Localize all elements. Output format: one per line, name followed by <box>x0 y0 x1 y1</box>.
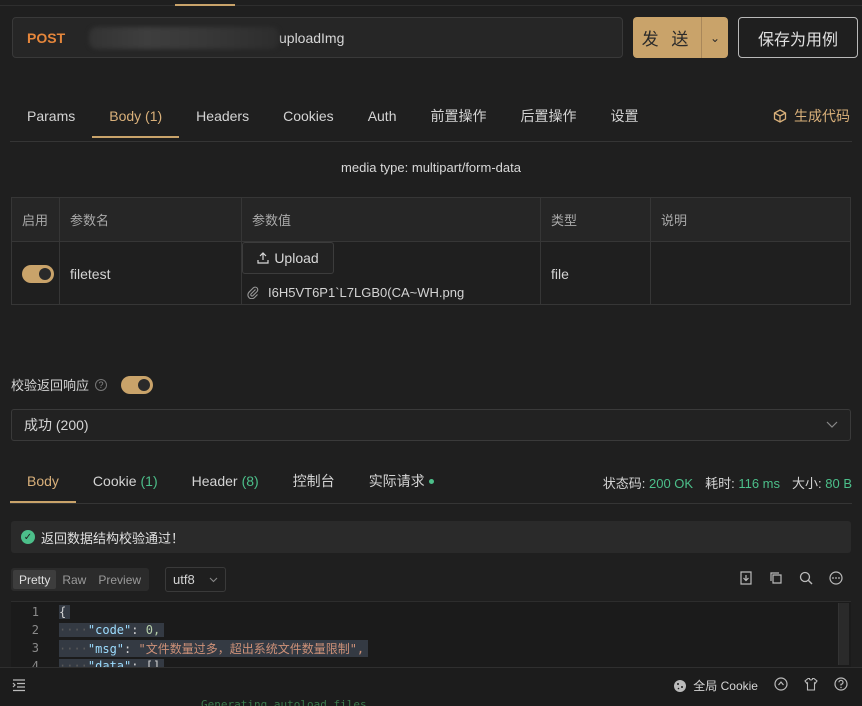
header-count: (8) <box>241 473 259 489</box>
redacted-host <box>89 26 279 49</box>
enabled-cell <box>12 242 60 305</box>
response-tools <box>738 570 844 586</box>
code-line: 3 ····"msg": "文件数量过多，超出系统文件数量限制", <box>11 639 851 657</box>
validate-toggle[interactable] <box>121 375 154 394</box>
response-status-select[interactable]: 成功 (200) <box>11 409 851 441</box>
tab-cookies[interactable]: Cookies <box>266 96 351 136</box>
response-code-editor[interactable]: 1 { 2 ····"code": 0, 3 ····"msg": "文件数量过… <box>11 601 851 667</box>
code-line: 1 { <box>11 603 851 621</box>
tabs-divider <box>10 141 852 142</box>
format-raw[interactable]: Raw <box>56 570 92 589</box>
paperclip-icon <box>247 286 259 299</box>
tab-headers[interactable]: Headers <box>179 96 266 136</box>
status-bar-right: 全局 Cookie <box>673 677 848 694</box>
shirt-icon[interactable] <box>804 677 818 694</box>
search-icon[interactable] <box>798 570 814 586</box>
active-tab-indicator <box>175 4 235 6</box>
format-preview[interactable]: Preview <box>92 570 147 589</box>
global-cookie-button[interactable]: 全局 Cookie <box>673 677 758 694</box>
generate-code-button[interactable]: 生成代码 <box>773 106 850 126</box>
col-value: 参数值 <box>242 198 541 241</box>
tab-pre-operations[interactable]: 前置操作 <box>414 96 504 136</box>
sidebar-toggle-icon[interactable] <box>12 678 26 695</box>
top-divider <box>0 5 862 6</box>
body-count: (1) <box>145 108 163 124</box>
response-tabs-divider <box>10 503 852 504</box>
chevron-down-icon <box>209 577 218 582</box>
validation-passed-banner: ✓ 返回数据结构校验通过！ <box>11 521 851 553</box>
url-path[interactable]: uploadImg <box>279 30 344 46</box>
response-size: 80 B <box>825 476 852 491</box>
col-type: 类型 <box>541 198 651 241</box>
request-tabs: Params Body (1) Headers Cookies Auth 前置操… <box>10 96 656 142</box>
code-line: 4 ····"data": [] <box>11 657 851 667</box>
method-selector[interactable]: POST <box>27 30 77 46</box>
tab-settings[interactable]: 设置 <box>594 96 656 136</box>
encoding-select[interactable]: utf8 <box>165 567 226 592</box>
tab-body[interactable]: Body (1) <box>92 96 180 138</box>
param-type[interactable]: file <box>541 242 651 305</box>
upgrade-icon[interactable] <box>774 677 788 694</box>
attached-file: I6H5VT6P1`L7LGB0(CA~WH.png <box>247 285 464 300</box>
format-pretty[interactable]: Pretty <box>13 570 57 589</box>
response-meta: 状态码: 200 OK 耗时: 116 ms 大小: 80 B <box>602 476 852 491</box>
save-as-case-button[interactable]: 保存为用例 <box>738 17 858 58</box>
help-circle-icon[interactable] <box>834 677 848 694</box>
enabled-toggle[interactable] <box>22 264 54 283</box>
check-circle-icon: ✓ <box>21 530 35 544</box>
send-button-group[interactable]: 发 送 ⌄ <box>633 17 728 58</box>
media-type-label: media type: multipart/form-data <box>341 160 521 175</box>
col-name: 参数名 <box>60 198 242 241</box>
param-name[interactable]: filetest <box>60 242 242 305</box>
url-bar[interactable]: POST uploadImg <box>12 17 623 58</box>
scrollbar[interactable] <box>838 603 849 665</box>
tab-response-header[interactable]: Header (8) <box>175 461 276 501</box>
response-tabs: Body Cookie (1) Header (8) 控制台 实际请求 <box>10 461 451 503</box>
code-line: 2 ····"code": 0, <box>11 621 851 639</box>
response-time: 116 ms <box>738 476 780 491</box>
format-switch: Pretty Raw Preview <box>11 568 150 591</box>
status-code: 200 OK <box>648 476 694 491</box>
tab-params[interactable]: Params <box>10 96 92 136</box>
param-value-cell: Upload I6H5VT6P1`L7LGB0(CA~WH.png <box>242 242 541 305</box>
tab-post-operations[interactable]: 后置操作 <box>504 96 594 136</box>
more-icon[interactable] <box>828 570 844 586</box>
chevron-down-icon <box>826 421 838 428</box>
params-table: 启用 参数名 参数值 类型 说明 filetest Upload I6H5VT6… <box>11 197 851 305</box>
upload-icon <box>257 252 269 264</box>
send-dropdown-icon[interactable]: ⌄ <box>702 17 728 58</box>
table-header: 启用 参数名 参数值 类型 说明 <box>12 198 850 242</box>
code-cube-icon <box>773 109 787 123</box>
tab-response-body[interactable]: Body <box>10 461 76 503</box>
col-description: 说明 <box>661 213 688 228</box>
help-icon[interactable]: ? <box>95 378 108 391</box>
col-enabled: 启用 <box>12 198 60 241</box>
upload-button[interactable]: Upload <box>242 242 334 274</box>
validate-response: 校验返回响应 ? <box>11 375 154 394</box>
table-row: filetest Upload I6H5VT6P1`L7LGB0(CA~WH.p… <box>12 242 850 305</box>
param-description[interactable] <box>651 242 850 305</box>
status-dot <box>428 478 434 484</box>
download-icon[interactable] <box>738 570 754 586</box>
tab-actual-request[interactable]: 实际请求 <box>352 461 451 501</box>
cookie-icon <box>674 679 687 692</box>
tab-auth[interactable]: Auth <box>351 96 414 136</box>
copy-icon[interactable] <box>768 570 784 586</box>
file-name: I6H5VT6P1`L7LGB0(CA~WH.png <box>268 285 465 300</box>
tab-response-cookie[interactable]: Cookie (1) <box>76 461 175 501</box>
background-terminal-text: Generating autoload files <box>201 698 367 706</box>
tab-console[interactable]: 控制台 <box>276 461 352 501</box>
cookie-count: (1) <box>140 473 158 489</box>
send-button[interactable]: 发 送 <box>633 17 701 58</box>
